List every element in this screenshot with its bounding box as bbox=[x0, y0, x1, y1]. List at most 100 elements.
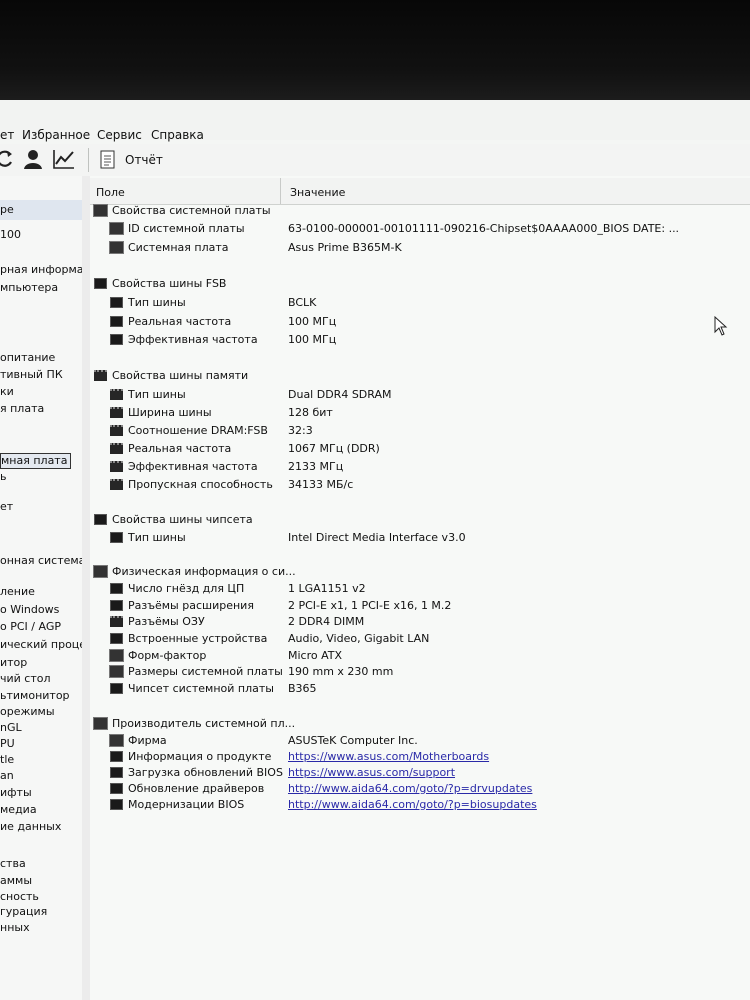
chipset-icon bbox=[110, 683, 123, 694]
sidebar-item[interactable]: an bbox=[0, 769, 14, 782]
sidebar-item[interactable]: ет bbox=[0, 500, 13, 513]
field-label: Реальная частота bbox=[128, 315, 232, 328]
table-row[interactable]: Реальная частота 100 МГц bbox=[90, 314, 730, 331]
table-group-row[interactable]: Свойства шины FSB bbox=[90, 276, 730, 293]
sidebar-item[interactable]: тивный ПК bbox=[0, 368, 63, 381]
table-row[interactable]: Системная плата Asus Prime B365M-K bbox=[90, 240, 730, 257]
table-row[interactable]: Обновление драйверов http://www.aida64.co… bbox=[90, 781, 730, 798]
chart-icon[interactable] bbox=[52, 148, 74, 170]
report-icon[interactable] bbox=[100, 150, 116, 170]
sidebar-item[interactable]: о Windows bbox=[0, 603, 59, 616]
table-row[interactable]: Ширина шины 128 бит bbox=[90, 405, 730, 422]
sidebar-item[interactable]: ический процесс bbox=[0, 638, 82, 651]
table-group-row[interactable]: Свойства шины чипсета bbox=[90, 512, 730, 529]
table-row[interactable]: Эффективная частота 2133 МГц bbox=[90, 459, 730, 476]
sidebar-item[interactable]: ьтимонитор bbox=[0, 689, 70, 702]
refresh-icon[interactable] bbox=[0, 148, 16, 170]
sidebar-item[interactable]: мная плата bbox=[0, 453, 72, 469]
sidebar-item[interactable]: ства bbox=[0, 857, 26, 870]
table-row[interactable]: Тип шины BCLK bbox=[90, 295, 730, 312]
navigation-tree: ре 100 рная информа мпьютера опитание тивный … bbox=[0, 176, 83, 1000]
column-header-value[interactable]: Значение bbox=[290, 186, 345, 199]
table-row[interactable]: Размеры системной платы 190 mm x 230 mm bbox=[90, 664, 730, 681]
table-row[interactable]: Информация о продукте https://www.asus.co… bbox=[90, 749, 730, 766]
bus-icon bbox=[110, 316, 123, 327]
sidebar-item[interactable]: орежимы bbox=[0, 705, 55, 718]
user-icon[interactable] bbox=[22, 148, 44, 170]
table-row[interactable]: Эффективная частота 100 МГц bbox=[90, 332, 730, 349]
table-row[interactable]: Пропускная способность 34133 МБ/с bbox=[90, 477, 730, 494]
sidebar-item[interactable]: ки bbox=[0, 385, 14, 398]
table-row[interactable]: Тип шины Intel Direct Media Interface v3.… bbox=[90, 530, 730, 547]
table-row[interactable]: Форм-фактор Micro ATX bbox=[90, 648, 730, 665]
field-label: Обновление драйверов bbox=[128, 782, 265, 795]
value-link[interactable]: http://www.aida64.com/goto/?p=drvupdates bbox=[288, 782, 532, 795]
field-value: BCLK bbox=[288, 296, 317, 309]
table-row[interactable]: Тип шины Dual DDR4 SDRAM bbox=[90, 387, 730, 404]
sidebar-item[interactable]: сность bbox=[0, 890, 39, 903]
sidebar-item[interactable]: nGL bbox=[0, 721, 22, 734]
sidebar-item[interactable]: рная информа bbox=[0, 263, 82, 276]
table-group-row[interactable]: Свойства шины памяти bbox=[90, 368, 730, 385]
column-header-field[interactable]: Поле bbox=[96, 186, 125, 199]
sidebar-item[interactable]: чий стол bbox=[0, 672, 51, 685]
field-label: Встроенные устройства bbox=[128, 632, 268, 645]
motherboard-icon bbox=[109, 241, 124, 254]
sidebar-item[interactable]: медиа bbox=[0, 803, 37, 816]
table-row[interactable]: Число гнёзд для ЦП 1 LGA1151 v2 bbox=[90, 581, 730, 598]
sidebar-item[interactable]: о PCI / AGP bbox=[0, 620, 61, 633]
menu-item-view[interactable]: ет bbox=[0, 128, 14, 142]
table-row[interactable]: Загрузка обновлений BIOS https://www.asus… bbox=[90, 765, 730, 782]
menu-item-favorites[interactable]: Избранное bbox=[22, 128, 90, 142]
table-row[interactable]: Соотношение DRAM:FSB 32:3 bbox=[90, 423, 730, 440]
socket-icon bbox=[110, 583, 123, 594]
table-header: Поле Значение bbox=[90, 178, 750, 205]
pane-splitter[interactable] bbox=[82, 176, 90, 1000]
sidebar-item[interactable]: ие данных bbox=[0, 820, 61, 833]
field-value: 63-0100-000001-00101111-090216-Chipset$0… bbox=[288, 222, 680, 235]
table-row[interactable]: Разъёмы ОЗУ 2 DDR4 DIMM bbox=[90, 614, 730, 631]
download-icon bbox=[110, 767, 123, 778]
sidebar-item[interactable]: мпьютера bbox=[0, 281, 58, 294]
driver-update-icon bbox=[110, 783, 123, 794]
sidebar-item[interactable]: нных bbox=[0, 921, 30, 934]
sidebar-item[interactable]: PU bbox=[0, 737, 15, 750]
table-group-row[interactable]: Физическая информация о си... bbox=[90, 564, 730, 581]
table-row[interactable]: Фирма ASUSTeK Computer Inc. bbox=[90, 733, 730, 750]
sidebar-item[interactable]: аммы bbox=[0, 874, 32, 887]
field-value: 100 МГц bbox=[288, 315, 337, 328]
table-row[interactable]: ID системной платы 63-0100-000001-0010111… bbox=[90, 221, 730, 238]
sidebar-item[interactable]: tle bbox=[0, 753, 14, 766]
table-group-row[interactable]: Производитель системной пл... bbox=[90, 716, 730, 733]
memory-icon bbox=[110, 461, 123, 472]
sidebar-item[interactable]: ь bbox=[0, 470, 6, 483]
menu-item-help[interactable]: Справка bbox=[151, 128, 204, 142]
sidebar-item[interactable]: 100 bbox=[0, 228, 21, 241]
field-label: Информация о продукте bbox=[128, 750, 272, 763]
table-group-row[interactable]: Свойства системной платы bbox=[90, 203, 730, 220]
sidebar-item[interactable]: я плата bbox=[0, 402, 44, 415]
sidebar-item[interactable]: опитание bbox=[0, 351, 55, 364]
table-row[interactable]: Разъёмы расширения 2 PCI-E x1, 1 PCI-E x1… bbox=[90, 598, 730, 615]
table-row[interactable]: Модернизации BIOS http://www.aida64.com/g… bbox=[90, 797, 730, 814]
sidebar-item[interactable]: гурация bbox=[0, 905, 47, 918]
sidebar-item[interactable]: ре bbox=[0, 200, 82, 220]
column-separator[interactable] bbox=[280, 178, 281, 204]
report-button-label[interactable]: Отчёт bbox=[125, 153, 163, 167]
field-value: 2 DDR4 DIMM bbox=[288, 615, 365, 628]
value-link[interactable]: https://www.asus.com/Motherboards bbox=[288, 750, 489, 763]
value-link[interactable]: https://www.asus.com/support bbox=[288, 766, 455, 779]
sidebar-item[interactable]: ление bbox=[0, 585, 35, 598]
value-link[interactable]: http://www.aida64.com/goto/?p=biosupdate… bbox=[288, 798, 537, 811]
sidebar-item[interactable]: итор bbox=[0, 656, 27, 669]
sidebar-item[interactable]: онная система bbox=[0, 554, 82, 567]
sidebar-item[interactable]: ифты bbox=[0, 786, 32, 799]
table-row[interactable]: Встроенные устройства Audio, Video, Gigab… bbox=[90, 631, 730, 648]
chipset-icon bbox=[110, 532, 123, 543]
motherboard-icon bbox=[109, 734, 124, 747]
table-row[interactable]: Чипсет системной платы B365 bbox=[90, 681, 730, 698]
bios-upgrade-icon bbox=[110, 799, 123, 810]
field-label: Загрузка обновлений BIOS bbox=[128, 766, 283, 779]
table-row[interactable]: Реальная частота 1067 МГц (DDR) bbox=[90, 441, 730, 458]
menu-item-service[interactable]: Сервис bbox=[97, 128, 142, 142]
